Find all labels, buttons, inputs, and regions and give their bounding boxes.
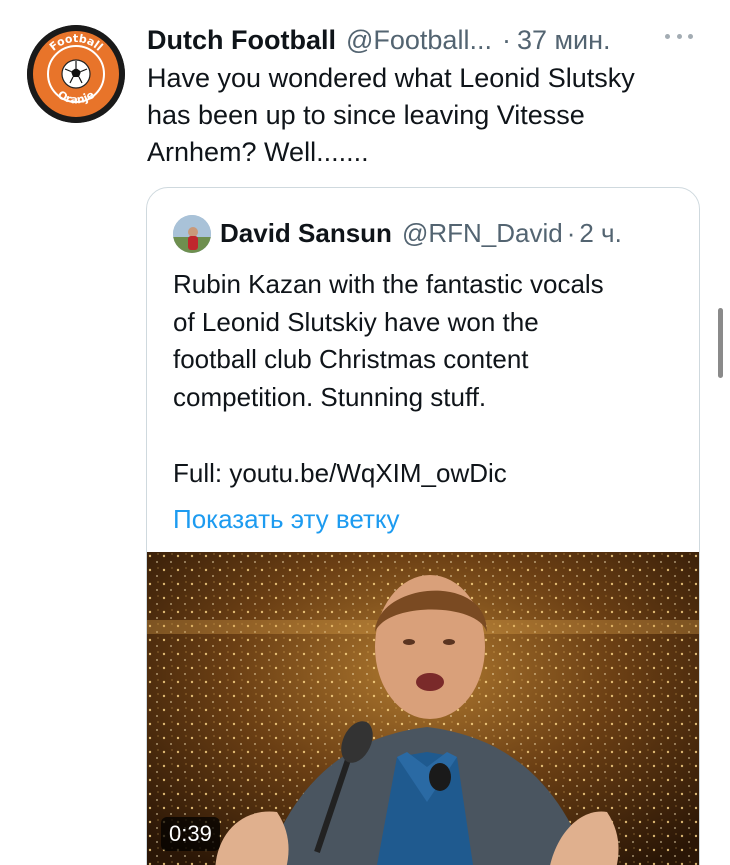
author-handle[interactable]: @Football... (346, 22, 492, 58)
author-avatar[interactable]: Football Oranje (27, 25, 125, 123)
quoted-tweet-link[interactable]: Full: youtu.be/WqXIM_owDic (173, 455, 507, 491)
separator-dot: · (501, 25, 511, 55)
tweet-header: Dutch Football @Football... · 37 мин. (147, 22, 611, 58)
more-dots-icon[interactable] (665, 34, 693, 44)
show-thread-link[interactable]: Показать эту ветку (173, 501, 400, 537)
tweet-text: Have you wondered what Leonid Slutsky ha… (147, 63, 635, 167)
quoted-author-name[interactable]: David Sansun (220, 214, 392, 252)
author-name[interactable]: Dutch Football (147, 22, 336, 58)
quoted-author-handle[interactable]: @RFN_David (402, 214, 563, 252)
quoted-author-avatar[interactable] (173, 215, 211, 253)
quoted-tweet-text: Rubin Kazan with the fantastic vocals of… (173, 269, 604, 412)
quoted-tweet-timestamp[interactable]: 2 ч. (579, 214, 621, 252)
person-avatar-icon (173, 215, 211, 253)
tweet-timestamp[interactable]: 37 мин. (517, 22, 611, 58)
dot (688, 34, 693, 39)
video-player[interactable]: 0:39 (147, 552, 699, 865)
quoted-tweet-header: David Sansun @RFN_David · 2 ч. (220, 214, 622, 252)
football-oranje-logo-icon: Football Oranje (27, 25, 125, 123)
quoted-tweet-card[interactable]: David Sansun @RFN_David · 2 ч. Rubin Kaz… (146, 187, 700, 865)
tweet[interactable]: Football Oranje Dutch Football @Football… (0, 0, 730, 865)
dot (676, 34, 682, 39)
dot (665, 34, 670, 39)
video-thumbnail (147, 552, 699, 865)
scrollbar[interactable] (718, 308, 723, 378)
video-duration-badge: 0:39 (161, 817, 220, 851)
separator-dot: · (566, 218, 576, 248)
